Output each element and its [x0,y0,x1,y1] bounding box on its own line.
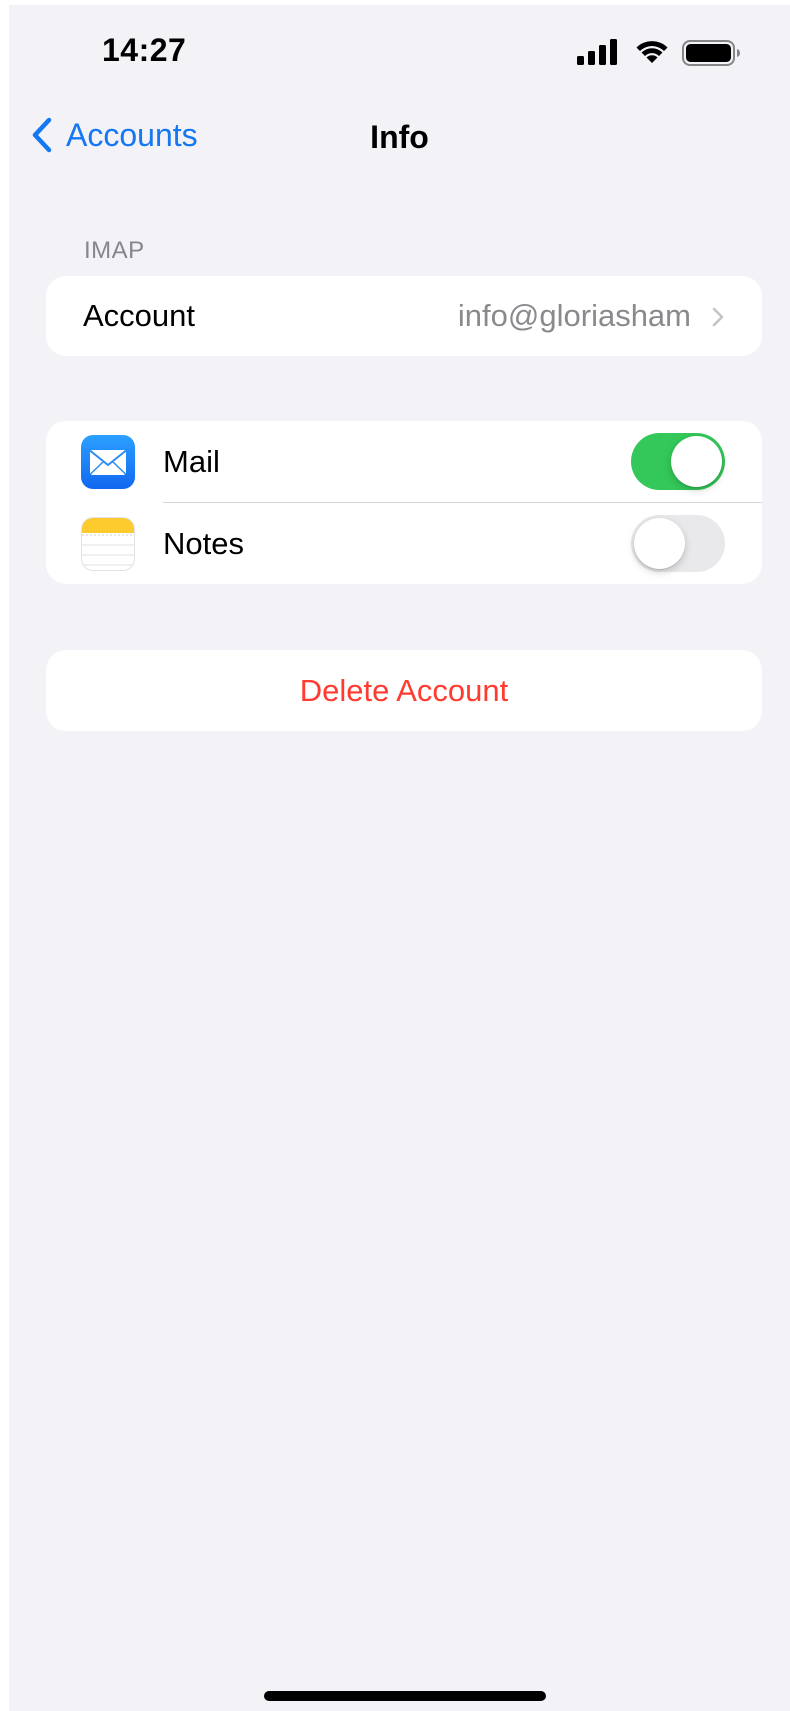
status-bar: 14:27 [9,5,790,101]
wifi-icon [636,41,668,63]
mail-label: Mail [163,443,220,479]
navigation-bar: Accounts Info [9,101,790,181]
mail-icon [81,434,135,489]
toggle-knob [671,436,722,487]
screen: 14:27 Accounts Info IMAP Account info@gl… [9,5,790,1711]
home-indicator[interactable] [264,1691,546,1701]
account-group: Account info@gloriasham [46,276,762,356]
notes-toggle[interactable] [631,515,725,572]
account-label: Account [83,298,196,333]
account-value: info@gloriasham [457,298,691,333]
apps-group: Mail Notes [46,421,762,584]
mail-toggle[interactable] [631,433,725,490]
delete-account-button[interactable]: Delete Account [46,650,762,731]
signal-icon [577,39,617,65]
notes-label: Notes [163,525,244,561]
chevron-right-icon [712,307,724,327]
notes-row: Notes [46,503,762,584]
notes-icon [81,516,135,571]
section-header: IMAP [84,237,145,264]
battery-icon [682,40,740,66]
toggle-knob [634,518,685,569]
mail-row: Mail [46,421,762,502]
account-row[interactable]: Account info@gloriasham [46,276,762,356]
status-time: 14:27 [102,32,187,68]
delete-group: Delete Account [46,650,762,731]
page-title: Info [370,119,429,155]
